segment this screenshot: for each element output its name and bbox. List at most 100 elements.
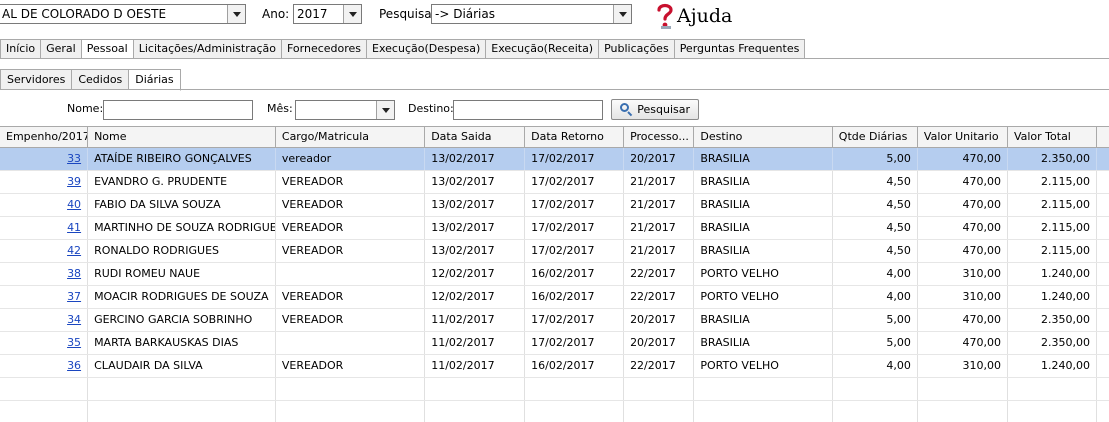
tab-publicacoes[interactable]: Publicações — [599, 39, 675, 59]
column-header-qtde-diarias[interactable]: Qtde Diárias — [833, 127, 918, 147]
cell-valor-total: 2.115,00 — [1008, 240, 1098, 262]
table-row[interactable]: 41 MARTINHO DE SOUZA RODRIGUES VEREADOR 13/… — [0, 217, 1109, 240]
cell-data-saida: 13/02/2017 — [425, 217, 526, 239]
cell-processo: 20/2017 — [624, 148, 695, 170]
cell-valor-total: 2.350,00 — [1008, 332, 1098, 354]
table-row[interactable]: 39 EVANDRO G. PRUDENTE VEREADOR 13/02/2017 1… — [0, 171, 1109, 194]
cell-processo: 22/2017 — [624, 286, 695, 308]
destino-input[interactable] — [453, 100, 603, 120]
table-row[interactable]: 34 GERCINO GARCIA SOBRINHO VEREADOR 11/02/2… — [0, 309, 1109, 332]
pesquisa-select-value: -> Diárias — [435, 7, 495, 21]
table-row[interactable]: 35 MARTA BARKAUSKAS DIAS 11/02/2017 17/02/2… — [0, 332, 1109, 355]
tab-perguntas-frequentes[interactable]: Perguntas Frequentes — [674, 39, 806, 59]
tab-execucao-receita[interactable]: Execução(Receita) — [486, 39, 600, 59]
cell-valor-unitario: 470,00 — [918, 171, 1008, 193]
cell-qtde-diarias: 5,00 — [833, 332, 918, 354]
column-header-filler — [1097, 127, 1109, 147]
cell-cargo — [276, 332, 426, 354]
entity-select[interactable]: AL DE COLORADO D OESTE — [0, 4, 246, 24]
empenho-link[interactable]: 40 — [67, 198, 81, 211]
ano-select[interactable]: 2017 — [293, 4, 362, 24]
cell-data-saida — [425, 401, 526, 422]
column-header-cargo[interactable]: Cargo/Matricula — [276, 127, 426, 147]
cell-filler — [1097, 401, 1109, 422]
pesquisar-button[interactable]: Pesquisar — [611, 99, 699, 120]
cell-filler — [1097, 309, 1109, 331]
entity-select-arrow[interactable] — [227, 5, 245, 23]
column-header-destino[interactable]: Destino — [694, 127, 833, 147]
cell-cargo: VEREADOR — [276, 286, 426, 308]
help-label: Ajuda — [677, 5, 733, 27]
cell-cargo: VEREADOR — [276, 309, 426, 331]
cell-filler — [1097, 378, 1109, 400]
empenho-link[interactable]: 37 — [67, 290, 81, 303]
empenho-link[interactable]: 36 — [67, 359, 81, 372]
subtab-cedidos[interactable]: Cedidos — [72, 69, 130, 90]
cell-nome: MARTA BARKAUSKAS DIAS — [88, 332, 276, 354]
cell-qtde-diarias: 5,00 — [833, 309, 918, 331]
mes-select[interactable] — [295, 100, 395, 120]
cell-data-retorno: 17/02/2017 — [525, 171, 625, 193]
table-row[interactable]: 42 RONALDO RODRIGUES VEREADOR 13/02/2017 17/… — [0, 240, 1109, 263]
cell-data-saida: 11/02/2017 — [425, 355, 526, 377]
empenho-link[interactable]: 41 — [67, 221, 81, 234]
cell-processo: 21/2017 — [624, 240, 695, 262]
ano-select-arrow[interactable] — [343, 5, 361, 23]
column-header-data-retorno[interactable]: Data Retorno — [525, 127, 625, 147]
column-header-data-saida[interactable]: Data Saida — [425, 127, 526, 147]
cell-empenho: 41 — [0, 217, 89, 239]
column-header-processo[interactable]: Processo... — [624, 127, 695, 147]
table-row[interactable]: 38 RUDI ROMEU NAUE 12/02/2017 16/02/2017 22/… — [0, 263, 1109, 286]
tab-execucao-despesa[interactable]: Execução(Despesa) — [367, 39, 487, 59]
tab-inicio[interactable]: Início — [0, 39, 42, 59]
cell-data-retorno: 17/02/2017 — [525, 309, 625, 331]
table-row[interactable]: 33 ATAÍDE RIBEIRO GONÇALVES vereador 13/02/… — [0, 148, 1109, 171]
cell-filler — [1097, 355, 1109, 377]
cell-data-retorno: 16/02/2017 — [525, 355, 625, 377]
column-header-valor-unitario[interactable]: Valor Unitario — [918, 127, 1008, 147]
empenho-link[interactable]: 42 — [67, 244, 81, 257]
subtab-servidores[interactable]: Servidores — [0, 69, 73, 90]
cell-data-saida: 13/02/2017 — [425, 148, 526, 170]
cell-destino: BRASILIA — [694, 194, 833, 216]
cell-cargo — [276, 401, 426, 422]
pesquisa-select[interactable]: -> Diárias — [431, 4, 632, 24]
pesquisa-select-arrow[interactable] — [613, 5, 631, 23]
nome-input[interactable] — [103, 100, 253, 120]
tab-licitacoes[interactable]: Licitações/Administração — [133, 39, 282, 59]
empenho-link[interactable]: 38 — [67, 267, 81, 280]
cell-cargo: VEREADOR — [276, 217, 426, 239]
empenho-link[interactable]: 39 — [67, 175, 81, 188]
cell-data-saida: 12/02/2017 — [425, 286, 526, 308]
cell-valor-unitario — [918, 401, 1008, 422]
column-header-nome[interactable]: Nome — [88, 127, 276, 147]
table-body: 33 ATAÍDE RIBEIRO GONÇALVES vereador 13/02/… — [0, 148, 1109, 422]
table-row[interactable]: 36 CLAUDAIR DA SILVA VEREADOR 11/02/2017 16/… — [0, 355, 1109, 378]
cell-nome: RUDI ROMEU NAUE — [88, 263, 276, 285]
empenho-link[interactable]: 35 — [67, 336, 81, 349]
table-row[interactable]: 40 FABIO DA SILVA SOUZA VEREADOR 13/02/2017… — [0, 194, 1109, 217]
cell-qtde-diarias: 4,50 — [833, 171, 918, 193]
tab-fornecedores[interactable]: Fornecedores — [282, 39, 368, 59]
cell-valor-total: 2.115,00 — [1008, 217, 1098, 239]
empenho-link[interactable]: 33 — [67, 152, 81, 165]
tab-pessoal[interactable]: Pessoal — [81, 39, 134, 59]
help-button[interactable]: Ajuda — [655, 2, 732, 30]
cell-empenho: 34 — [0, 309, 89, 331]
cell-filler — [1097, 332, 1109, 354]
mes-select-arrow[interactable] — [376, 101, 394, 119]
tab-geral[interactable]: Geral — [41, 39, 82, 59]
column-header-empenho[interactable]: Empenho/2017 — [0, 127, 89, 147]
subtab-diarias[interactable]: Diárias — [129, 69, 181, 91]
empenho-link[interactable]: 34 — [67, 313, 81, 326]
cell-valor-unitario — [918, 378, 1008, 400]
cell-qtde-diarias: 5,00 — [833, 148, 918, 170]
cell-data-saida — [425, 378, 526, 400]
cell-processo: 21/2017 — [624, 194, 695, 216]
table-row[interactable]: 37 MOACIR RODRIGUES DE SOUZA VEREADOR 12/02… — [0, 286, 1109, 309]
cell-data-retorno: 17/02/2017 — [525, 332, 625, 354]
cell-qtde-diarias: 4,50 — [833, 240, 918, 262]
cell-data-retorno: 17/02/2017 — [525, 148, 625, 170]
column-header-valor-total[interactable]: Valor Total — [1008, 127, 1098, 147]
cell-qtde-diarias — [833, 378, 918, 400]
